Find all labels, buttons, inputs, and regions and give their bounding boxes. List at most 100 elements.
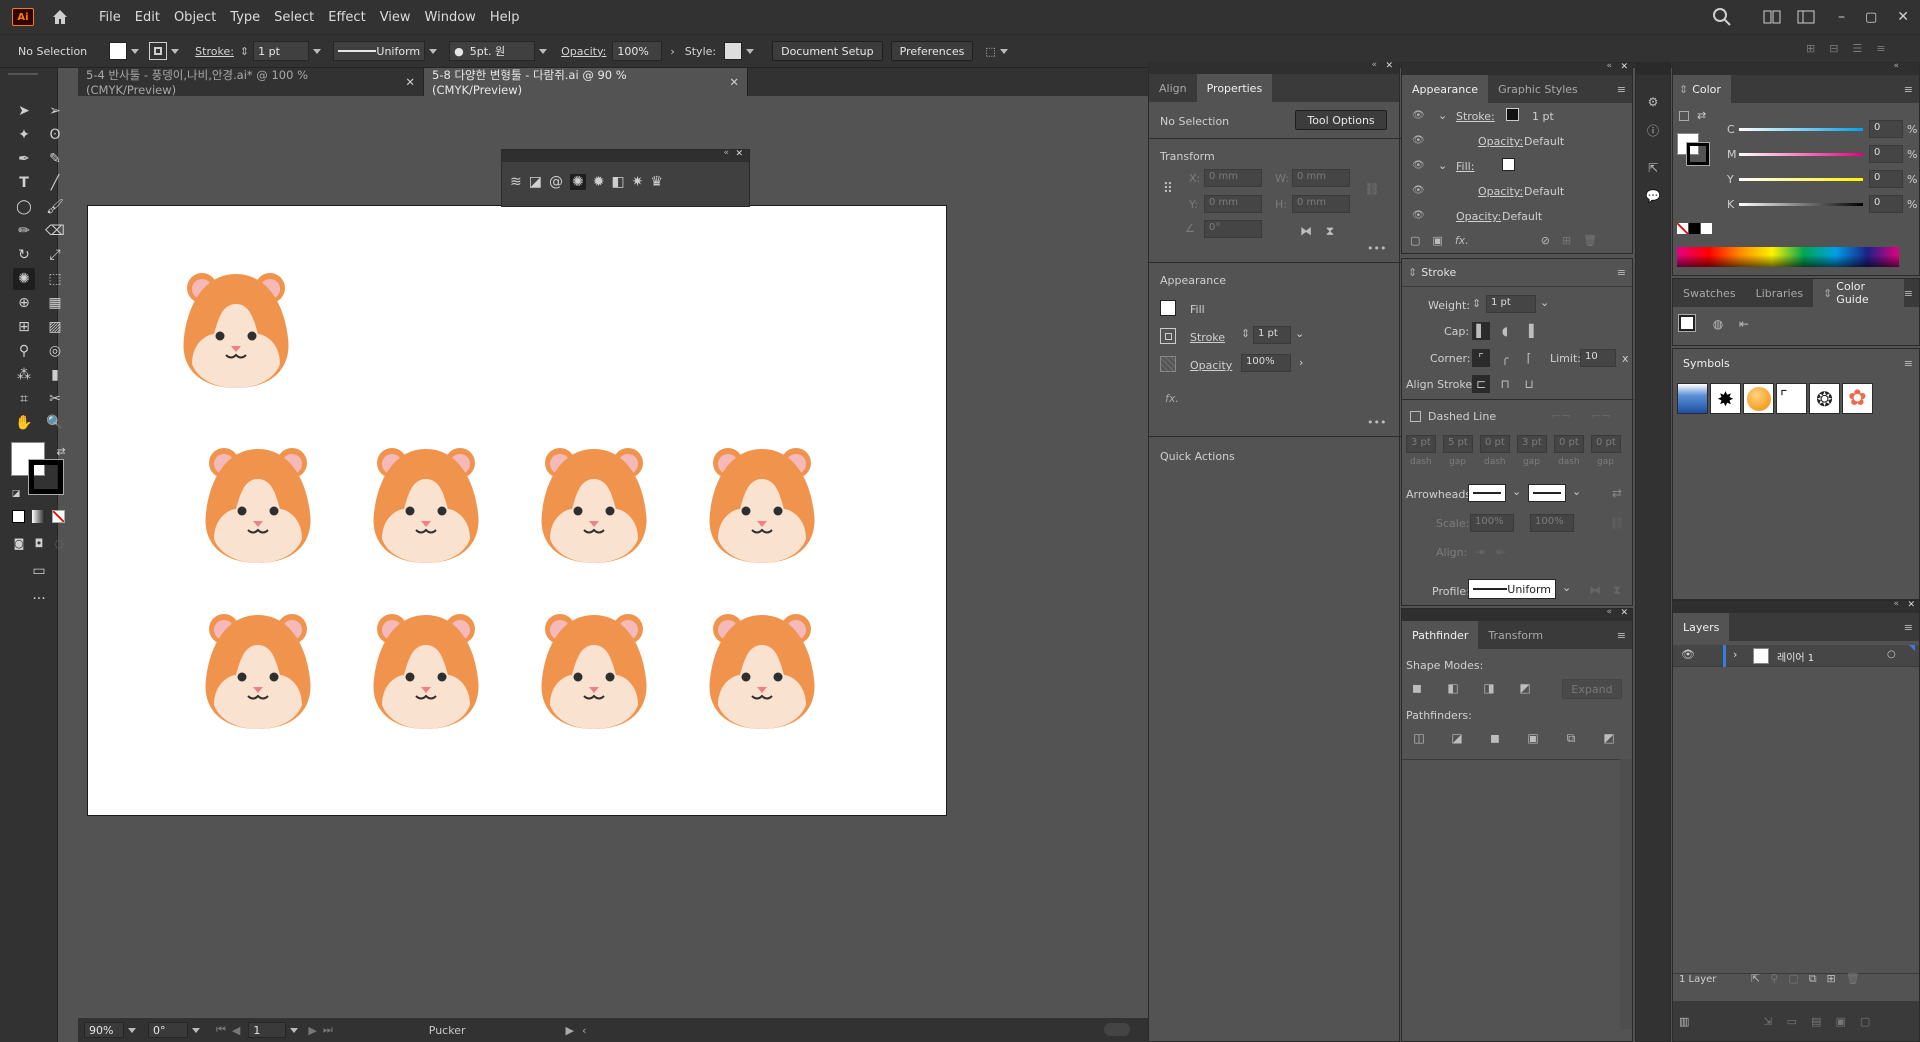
arrow-tip-at-end-icon[interactable]: ⇤: [1492, 543, 1510, 561]
black-field[interactable]: 0: [1869, 195, 1903, 213]
hamster-artwork[interactable]: [200, 443, 316, 567]
constrain-proportions-icon[interactable]: ⛓: [1363, 180, 1381, 198]
close-icon[interactable]: ✕: [735, 149, 743, 159]
minus-front-icon[interactable]: ◧: [1444, 679, 1462, 697]
align-outside-icon[interactable]: ⊔: [1520, 375, 1538, 393]
draw-normal-icon[interactable]: ◙: [8, 532, 30, 554]
type-tool-icon[interactable]: T: [13, 172, 35, 194]
weight-field[interactable]: 1 pt: [1486, 295, 1536, 313]
free-transform-tool-icon[interactable]: ⬚: [44, 268, 66, 290]
cyan-field[interactable]: 0: [1869, 120, 1903, 138]
width-tool-icon[interactable]: ≋: [510, 174, 522, 190]
more-options-icon[interactable]: •••: [1367, 242, 1386, 255]
width-profile-select[interactable]: Uniform: [1468, 579, 1556, 599]
y-field[interactable]: 0 mm: [1204, 195, 1262, 213]
locate-object-icon[interactable]: ⚲: [1770, 972, 1778, 986]
next-artboard-icon[interactable]: ▶: [308, 1024, 316, 1037]
link-scale-icon[interactable]: ⛓: [1608, 514, 1626, 532]
document-tab-active[interactable]: 5-8 다양한 변형툴 - 다람쥐.ai @ 90 % (CMYK/Previe…: [424, 68, 748, 97]
panel-option-icon[interactable]: ▢: [1860, 1015, 1870, 1028]
layer-name[interactable]: 레이어 1: [1777, 649, 1814, 664]
close-icon[interactable]: ✕: [1620, 62, 1628, 72]
stepper-icon[interactable]: ⇕: [240, 45, 249, 58]
tab-layers[interactable]: Layers: [1673, 613, 1730, 641]
harmony-rules-icon[interactable]: ◍: [1709, 315, 1727, 333]
clear-appearance-icon[interactable]: ⊘: [1541, 234, 1550, 247]
white-color-chip[interactable]: [1701, 223, 1712, 234]
arrow-tip-beyond-icon[interactable]: ⇥: [1470, 543, 1488, 561]
last-artboard-icon[interactable]: ⏭: [323, 1023, 333, 1037]
yellow-field[interactable]: 0: [1869, 170, 1903, 188]
tab-properties[interactable]: Properties: [1196, 74, 1273, 102]
arrange-documents-icon[interactable]: [1762, 7, 1782, 27]
align-dashes-icon[interactable]: ⌐¬: [1591, 407, 1611, 425]
workspace-icon[interactable]: [1796, 7, 1816, 27]
panel-menu-icon[interactable]: ≡: [1904, 357, 1913, 370]
stepper-icon[interactable]: ⇕: [1241, 327, 1250, 340]
chevron-right-icon[interactable]: ›: [1299, 356, 1303, 369]
close-icon[interactable]: ✕: [1620, 608, 1628, 618]
tab-symbols[interactable]: Symbols: [1673, 349, 1740, 377]
more-options-icon[interactable]: •••: [1367, 416, 1386, 429]
visibility-eye-icon[interactable]: 👁: [1412, 160, 1425, 171]
libraries-icon[interactable]: ▥: [1679, 1015, 1689, 1028]
visibility-eye-icon[interactable]: 👁: [1681, 648, 1695, 661]
pucker-tool-icon[interactable]: ✺: [13, 268, 35, 290]
none-color-icon[interactable]: [1677, 223, 1688, 234]
delete-layer-icon[interactable]: 🗑: [1846, 972, 1860, 986]
round-join-icon[interactable]: ╭: [1496, 349, 1514, 367]
dash-field[interactable]: 0 pt: [1554, 435, 1584, 453]
hand-tool-icon[interactable]: ✋: [13, 412, 35, 434]
hamster-artwork[interactable]: [368, 443, 484, 567]
none-mode-icon[interactable]: [52, 510, 65, 523]
hamster-artwork[interactable]: [178, 268, 294, 392]
wrinkle-tool-icon[interactable]: ♛: [650, 174, 663, 190]
flip-vertical-icon[interactable]: ⧗: [1321, 222, 1339, 240]
hamster-artwork[interactable]: [704, 609, 820, 733]
tool-options-button[interactable]: Tool Options: [1295, 110, 1387, 130]
menu-select[interactable]: Select: [267, 10, 321, 25]
screen-mode-icon[interactable]: ▭: [28, 560, 50, 582]
rotation-field[interactable]: 0°: [148, 1022, 188, 1038]
menu-object[interactable]: Object: [167, 10, 223, 25]
ellipse-tool-icon[interactable]: ◯: [13, 196, 35, 218]
scroll-left-icon[interactable]: ‹: [582, 1024, 586, 1037]
fill-swatch[interactable]: [1160, 300, 1176, 316]
align-icon[interactable]: ⊟: [1829, 42, 1838, 55]
outline-icon[interactable]: ⧉: [1562, 729, 1580, 747]
base-color-swatch[interactable]: [1678, 314, 1696, 332]
more-tools-icon[interactable]: ···: [28, 588, 50, 610]
chevron-down-icon[interactable]: ⌄: [1572, 485, 1581, 498]
crystallize-tool-icon[interactable]: ✷: [632, 174, 644, 190]
symbol-orange-button[interactable]: [1743, 383, 1774, 414]
lasso-tool-icon[interactable]: ʘ: [44, 124, 66, 146]
flip-along-icon[interactable]: ⧓: [1586, 581, 1604, 599]
visibility-eye-icon[interactable]: 👁: [1412, 210, 1425, 221]
stroke-color-box[interactable]: [1686, 142, 1710, 166]
draw-behind-icon[interactable]: ◘: [28, 532, 50, 554]
panel-menu-icon[interactable]: ≡: [1617, 266, 1626, 279]
vertical-scrollbar[interactable]: [1620, 759, 1632, 1029]
chevron-down-icon[interactable]: ⌄: [1512, 485, 1521, 498]
bevel-join-icon[interactable]: ⌈: [1520, 349, 1538, 367]
hamster-artwork[interactable]: [536, 609, 652, 733]
unite-icon[interactable]: ◼: [1408, 679, 1426, 697]
menu-icon[interactable]: ≡: [1876, 42, 1885, 55]
opacity-field[interactable]: 100%: [612, 41, 663, 61]
tab-align[interactable]: Align: [1149, 74, 1197, 102]
symbol-sprayer-tool-icon[interactable]: ⁂: [13, 364, 35, 386]
twirl-tool-icon[interactable]: @: [549, 174, 563, 190]
dash-field[interactable]: 0 pt: [1480, 435, 1510, 453]
maximize-icon[interactable]: ▢: [1865, 10, 1877, 25]
zoom-field[interactable]: 90%: [84, 1022, 124, 1038]
tab-color[interactable]: ⇕ Color: [1673, 75, 1731, 103]
panel-menu-icon[interactable]: ≡: [1617, 629, 1626, 642]
chevron-down-icon[interactable]: [429, 48, 438, 54]
swap-colors-icon[interactable]: ⇄: [1697, 109, 1706, 122]
gap-field[interactable]: 5 pt: [1443, 435, 1473, 453]
chevron-down-icon[interactable]: ⌄: [1295, 327, 1304, 340]
miter-join-icon[interactable]: ⌜: [1472, 349, 1490, 367]
menu-window[interactable]: Window: [418, 10, 483, 25]
direct-selection-tool-icon[interactable]: ➢: [44, 100, 66, 122]
start-arrowhead-select[interactable]: [1468, 484, 1506, 502]
